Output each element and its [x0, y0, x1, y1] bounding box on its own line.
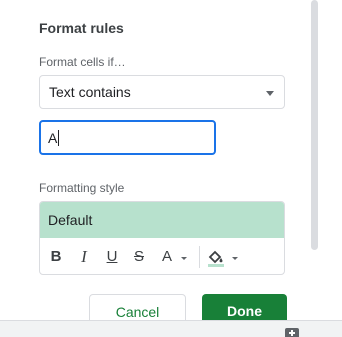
italic-button[interactable]: I: [76, 247, 92, 267]
format-rules-heading: Format rules: [39, 20, 124, 36]
condition-select-value: Text contains: [49, 84, 131, 100]
style-preview-dropdown[interactable]: Default: [40, 202, 284, 238]
bold-button[interactable]: B: [48, 247, 64, 267]
conditional-format-screen: ▲ ▼ Format rules Format cells if… Text c…: [0, 0, 342, 337]
condition-select[interactable]: Text contains: [39, 75, 285, 109]
text-cursor: [58, 130, 60, 146]
add-sheet-icon[interactable]: [285, 328, 299, 337]
condition-value-text: A: [48, 130, 60, 146]
text-color-button[interactable]: A: [159, 247, 175, 267]
condition-value-input[interactable]: A: [39, 120, 216, 155]
strikethrough-button[interactable]: S: [131, 247, 147, 267]
text-color-caret-icon: [181, 257, 187, 260]
chevron-down-icon: [266, 91, 274, 96]
paint-bucket-icon: [208, 250, 224, 267]
fill-color-caret-icon: [232, 257, 238, 260]
condition-label: Format cells if…: [39, 55, 126, 69]
underline-button[interactable]: U: [104, 247, 120, 267]
panel-scrollbar-thumb[interactable]: [311, 0, 318, 250]
style-toolbar: B I U S A: [40, 238, 284, 274]
formatting-style-box: Default B I U S A: [39, 201, 285, 275]
formatting-style-label: Formatting style: [39, 181, 125, 195]
fill-color-button[interactable]: [205, 247, 227, 267]
toolbar-divider: [199, 246, 200, 268]
style-preview-text: Default: [48, 212, 93, 228]
